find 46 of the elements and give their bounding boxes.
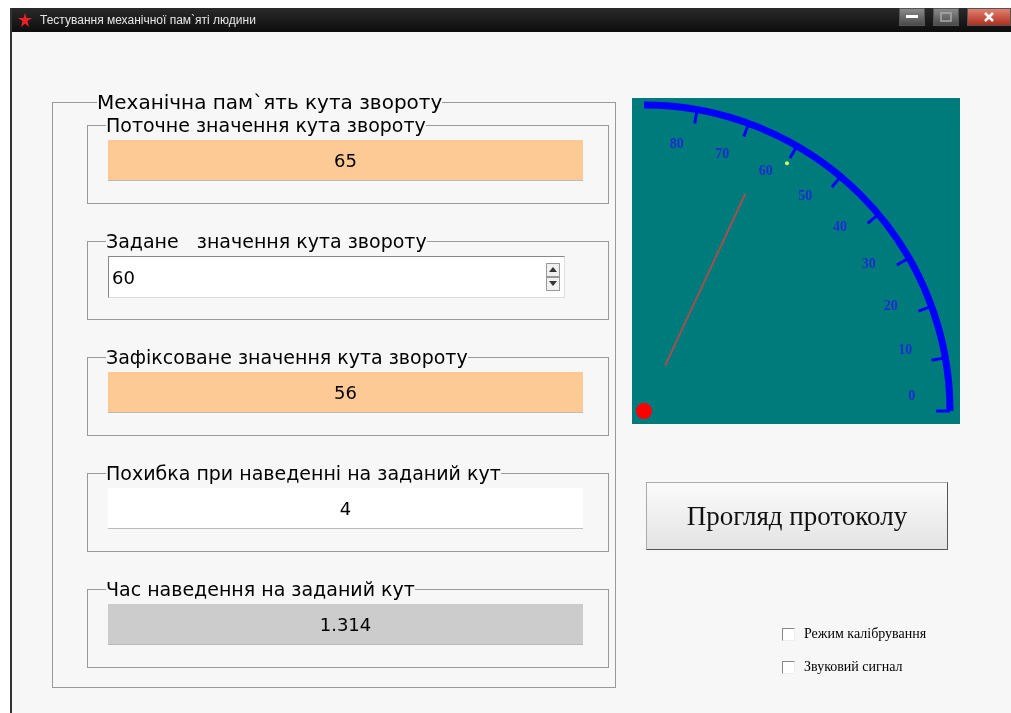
- section-label: Поточне значення кута звороту: [106, 114, 426, 136]
- checkbox-label: Звуковий сигнал: [804, 659, 903, 675]
- scale-tick: [830, 175, 842, 189]
- close-icon: [984, 12, 994, 22]
- target-marker: [785, 161, 789, 166]
- minimize-button[interactable]: [899, 8, 925, 26]
- checkbox[interactable]: [782, 660, 795, 674]
- down-arrow-icon: [549, 281, 557, 286]
- scale-tick: [788, 145, 799, 159]
- value-display: 56: [108, 372, 583, 413]
- maximize-button[interactable]: [933, 8, 959, 26]
- group-title: Механічна пам`ять кута звороту: [97, 90, 443, 114]
- scale-label: 0: [908, 388, 916, 404]
- scale-label: 20: [883, 297, 898, 313]
- checkbox[interactable]: [782, 627, 795, 641]
- value-display: 65: [108, 140, 583, 181]
- scale-label: 10: [898, 341, 913, 357]
- scale-label: 30: [861, 256, 876, 272]
- section-label: Задане значення кута звороту: [106, 230, 427, 252]
- scale-label: 40: [833, 219, 847, 235]
- scale-label: 70: [715, 145, 730, 161]
- value-display: 4: [108, 488, 583, 529]
- spin-field[interactable]: 60: [108, 256, 565, 298]
- value-display: 1.314: [108, 604, 583, 645]
- scale-label: 50: [798, 188, 813, 204]
- minimize-icon: [906, 15, 918, 19]
- spin-down-button[interactable]: [546, 277, 560, 291]
- maximize-icon: [940, 12, 952, 22]
- scale-label: 60: [758, 163, 773, 179]
- window-title: Тестування механічної пам`яті людини: [40, 13, 256, 27]
- spin-up-button[interactable]: [546, 263, 560, 277]
- scale-tick: [896, 256, 910, 267]
- scale-tick: [936, 409, 950, 413]
- angle-input[interactable]: 60: [109, 265, 546, 289]
- scale-tick: [866, 213, 880, 225]
- close-button[interactable]: [967, 8, 1011, 26]
- protocol-button[interactable]: Прогляд протоколу: [646, 482, 948, 550]
- scale-tick: [693, 109, 699, 124]
- pivot-dot: [636, 403, 652, 419]
- section-label: Похибка при наведенні на заданий кут: [106, 462, 501, 484]
- scale-label: 80: [669, 136, 684, 152]
- section-label: Зафіксоване значення кута звороту: [106, 346, 468, 368]
- section-label: Час наведення на заданий кут: [106, 578, 415, 600]
- up-arrow-icon: [549, 267, 557, 272]
- checkbox-label: Режим калібрування: [804, 626, 927, 642]
- app-icon: [18, 13, 32, 27]
